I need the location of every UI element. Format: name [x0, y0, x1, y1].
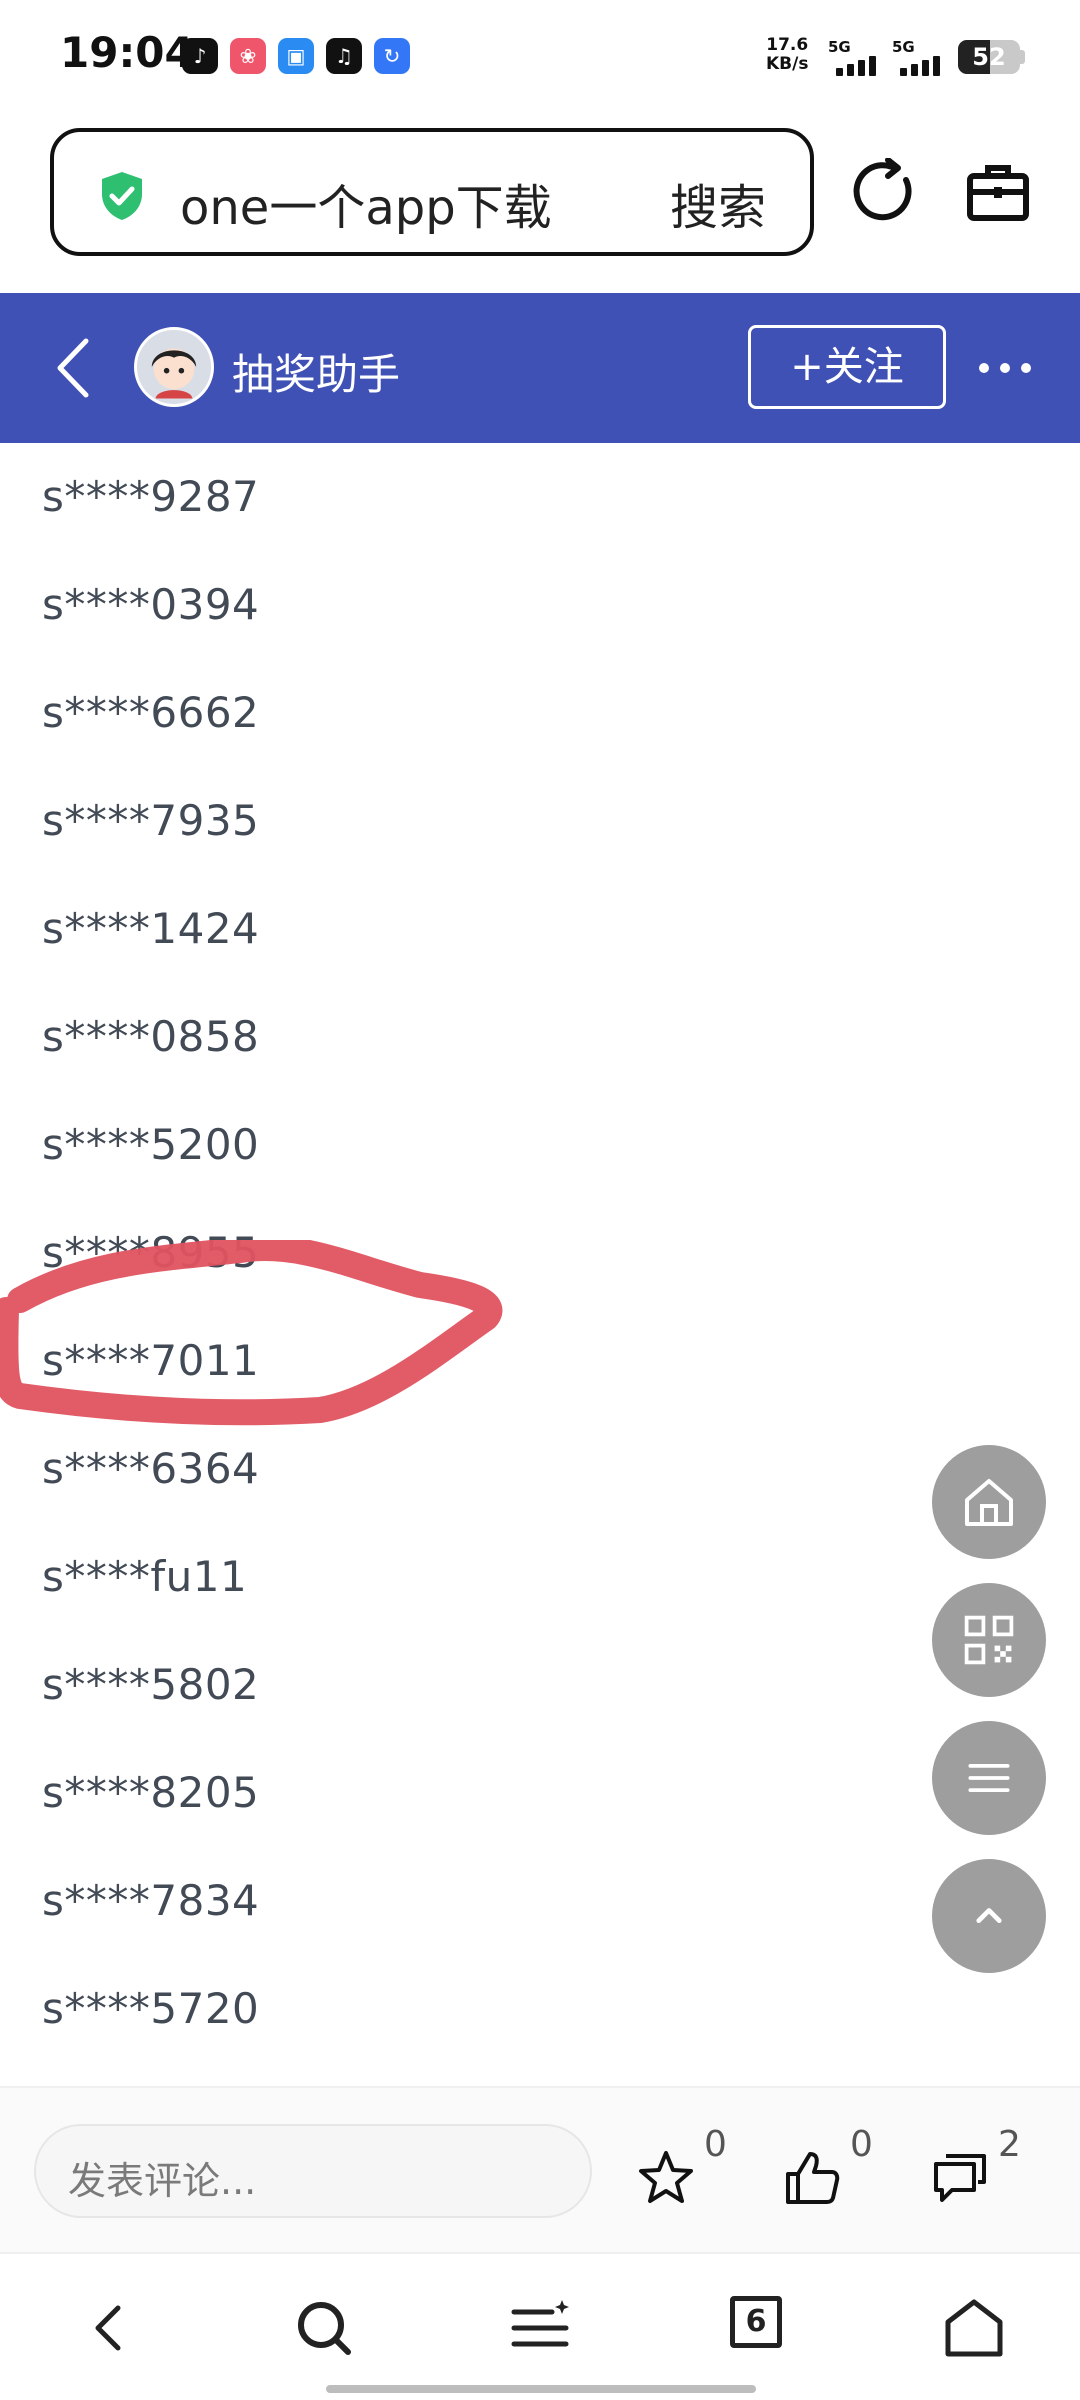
menu-icon: [968, 1764, 1010, 1792]
follow-button[interactable]: +关注: [748, 325, 946, 409]
network-speed: 17.6 KB/s: [766, 36, 808, 74]
account-header: 抽奖助手 +关注: [0, 293, 1080, 443]
list-item: s****5802: [42, 1660, 260, 1709]
battery-icon: 52: [958, 40, 1020, 74]
sim1-label: 5G: [828, 38, 851, 56]
nav-search-icon[interactable]: [292, 2296, 356, 2360]
qr-code-icon: [964, 1615, 1014, 1665]
list-item: s****6662: [42, 688, 260, 737]
comments-button[interactable]: 2: [930, 2124, 1040, 2224]
sim2-label: 5G: [892, 38, 915, 56]
toolbox-icon[interactable]: [964, 158, 1032, 226]
pinduoduo-icon: ❀: [230, 38, 266, 74]
comment-placeholder: 发表评论...: [68, 2159, 257, 2203]
search-query[interactable]: one一个app下载: [180, 168, 552, 238]
comment-count: 2: [998, 2124, 1021, 2165]
gesture-bar[interactable]: [326, 2385, 756, 2393]
list-item: s****9287: [42, 472, 260, 521]
menu-fab[interactable]: [932, 1721, 1046, 1835]
more-options-icon[interactable]: [976, 353, 1034, 383]
page: 19:04 ♪ ❀ ▣ ♫ ↻ 17.6 KB/s 5G 5G 52 one一个…: [0, 0, 1080, 2400]
list-item: s****fu11: [42, 1552, 248, 1601]
browser-search-box[interactable]: one一个app下载 搜索: [50, 128, 814, 256]
browser-icon: ↻: [374, 38, 410, 74]
status-bar: 19:04 ♪ ❀ ▣ ♫ ↻ 17.6 KB/s 5G 5G 52: [0, 0, 1080, 110]
list-item: s****7834: [42, 1876, 260, 1925]
net-speed-value: 17.6: [766, 35, 809, 55]
account-name[interactable]: 抽奖助手: [232, 341, 400, 402]
browser-nav-bar: [0, 2252, 1080, 2400]
shield-icon: [102, 172, 142, 220]
list-item: s****8955: [42, 1228, 260, 1277]
list-item-highlighted: s****7011: [42, 1336, 260, 1385]
avatar-image: [151, 348, 197, 399]
signal-sim2-icon: 5G: [892, 38, 952, 76]
star-icon: [639, 2151, 693, 2203]
net-speed-unit: KB/s: [766, 54, 809, 74]
battery-level: 52: [972, 43, 1006, 71]
comment-input[interactable]: 发表评论...: [34, 2124, 592, 2218]
app-icon: ▣: [278, 38, 314, 74]
scroll-top-fab[interactable]: [932, 1859, 1046, 1973]
music-icon: ♫: [326, 38, 362, 74]
nav-home-icon[interactable]: [942, 2296, 1006, 2360]
like-button[interactable]: 0: [782, 2124, 882, 2224]
list-item: s****0394: [42, 580, 260, 629]
comment-icon: [934, 2154, 986, 2202]
refresh-icon[interactable]: [852, 158, 920, 226]
status-time: 19:04: [60, 28, 194, 77]
scroll-top-icon: [976, 1908, 1002, 1923]
douyin-icon: ♪: [182, 38, 218, 74]
like-count: 0: [850, 2124, 873, 2165]
tabs-button[interactable]: 6: [730, 2296, 782, 2348]
list-item: s****7935: [42, 796, 260, 845]
favorite-count: 0: [704, 2124, 727, 2165]
favorite-button[interactable]: 0: [636, 2124, 736, 2224]
list-item: s****6364: [42, 1444, 260, 1493]
list-item: s****0858: [42, 1012, 260, 1061]
back-arrow-icon[interactable]: [50, 333, 96, 403]
nav-back-icon[interactable]: [78, 2296, 142, 2360]
home-icon: [965, 1479, 1013, 1526]
battery-cap: [1020, 50, 1025, 64]
winner-list: s****9287 s****0394 s****6662 s****7935 …: [0, 443, 1080, 2063]
signal-sim1-icon: 5G: [828, 38, 888, 76]
notification-icons: ♪ ❀ ▣ ♫ ↻: [182, 38, 410, 74]
list-item: s****5200: [42, 1120, 260, 1169]
avatar[interactable]: [134, 327, 214, 407]
home-fab[interactable]: [932, 1445, 1046, 1559]
list-item: s****1424: [42, 904, 260, 953]
nav-menu-icon[interactable]: [508, 2296, 572, 2360]
list-item: s****5720: [42, 1984, 260, 2033]
list-item: s****8205: [42, 1768, 260, 1817]
comment-bar: 发表评论... 0 0 2: [0, 2086, 1080, 2252]
thumbs-up-icon: [786, 2152, 840, 2204]
search-button[interactable]: 搜索: [670, 168, 766, 238]
qr-code-fab[interactable]: [932, 1583, 1046, 1697]
